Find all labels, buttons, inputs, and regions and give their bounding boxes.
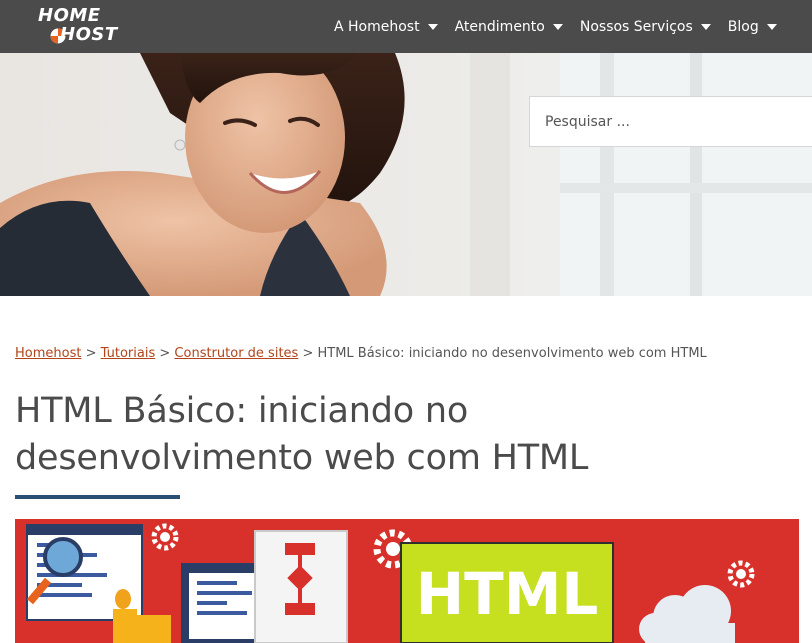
menu-item-a-homehost[interactable]: A Homehost: [334, 19, 438, 35]
chevron-down-icon: [700, 23, 711, 30]
breadcrumb-link-homehost[interactable]: Homehost: [15, 346, 81, 361]
menu-item-atendimento[interactable]: Atendimento: [455, 19, 563, 35]
featured-image: HTML: [15, 519, 799, 643]
menu-item-label: Atendimento: [454, 18, 545, 35]
breadcrumb: Homehost > Tutoriais > Construtor de sit…: [15, 346, 707, 361]
hero-photo-smiling-woman: [0, 53, 812, 296]
menu-item-label: Blog: [727, 18, 759, 35]
chevron-down-icon: [427, 23, 438, 30]
page-title: HTML Básico: iniciando no desenvolviment…: [15, 391, 589, 478]
main-menu: A Homehost Atendimento Nossos Serviços B…: [334, 0, 794, 53]
chevron-down-icon: [766, 23, 777, 30]
title-underline-divider: [15, 495, 180, 499]
featured-illustration: HTML: [15, 519, 799, 643]
top-navigation-bar: HOME HOST A Homehost Atendimento Nossos …: [0, 0, 812, 53]
hero-banner: [0, 53, 812, 296]
logo-text-home: HOME: [38, 5, 101, 26]
search-input[interactable]: [529, 96, 812, 147]
chevron-down-icon: [552, 23, 563, 30]
logo-text-host: HOST: [60, 24, 118, 45]
menu-item-label: Nossos Serviços: [579, 18, 693, 35]
menu-item-label: A Homehost: [334, 18, 420, 35]
breadcrumb-link-construtor-de-sites[interactable]: Construtor de sites: [174, 346, 298, 361]
menu-item-nossos-servicos[interactable]: Nossos Serviços: [580, 19, 711, 35]
breadcrumb-link-tutoriais[interactable]: Tutoriais: [101, 346, 156, 361]
homehost-logo[interactable]: HOME HOST: [38, 7, 148, 45]
breadcrumb-separator: >: [159, 346, 171, 361]
breadcrumb-current-page: HTML Básico: iniciando no desenvolviment…: [317, 346, 707, 361]
breadcrumb-separator: >: [85, 346, 97, 361]
menu-item-blog[interactable]: Blog: [728, 19, 777, 35]
breadcrumb-separator: >: [302, 346, 314, 361]
html-badge-text: HTML: [416, 560, 599, 628]
